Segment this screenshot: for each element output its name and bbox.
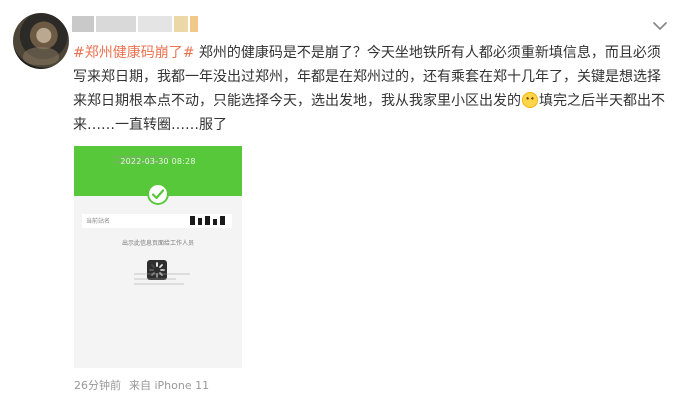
image-datetime: 2022-03-30 08:28 bbox=[120, 157, 196, 166]
chevron-down-icon[interactable] bbox=[652, 20, 668, 32]
grin-emoji-icon bbox=[522, 92, 538, 108]
username-obscured[interactable] bbox=[72, 16, 198, 32]
image-note: 出示此信息页面给工作人员 bbox=[121, 240, 194, 247]
username-blur-block bbox=[96, 16, 136, 32]
image-watermark bbox=[134, 273, 204, 291]
post-time[interactable]: 26分钟前 bbox=[74, 379, 121, 392]
image-info-card: 当前站名 出示此信息页面给工作人员 bbox=[74, 198, 242, 368]
image-station-label: 当前站名 bbox=[86, 218, 111, 225]
username-blur-block bbox=[72, 16, 94, 32]
image-station-value-obscured bbox=[190, 216, 226, 225]
username-blur-block bbox=[190, 16, 198, 32]
username-blur-block bbox=[174, 16, 188, 32]
post-source: 来自 iPhone 11 bbox=[129, 379, 210, 392]
post-text: #郑州健康码崩了# 郑州的健康码是不是崩了？今天坐地铁所有人都必须重新填信息，而… bbox=[73, 41, 673, 137]
image-station-row: 当前站名 bbox=[82, 214, 232, 228]
attached-image[interactable]: 2022-03-30 08:28 当前站名 出示此信息页面给工作人员 bbox=[74, 146, 242, 368]
post-meta: 26分钟前 来自 iPhone 11 bbox=[74, 377, 209, 393]
check-circle-icon bbox=[147, 183, 169, 205]
topic-link[interactable]: #郑州健康码崩了# bbox=[73, 45, 194, 61]
username-blur-block bbox=[138, 16, 172, 32]
avatar[interactable] bbox=[13, 13, 69, 69]
